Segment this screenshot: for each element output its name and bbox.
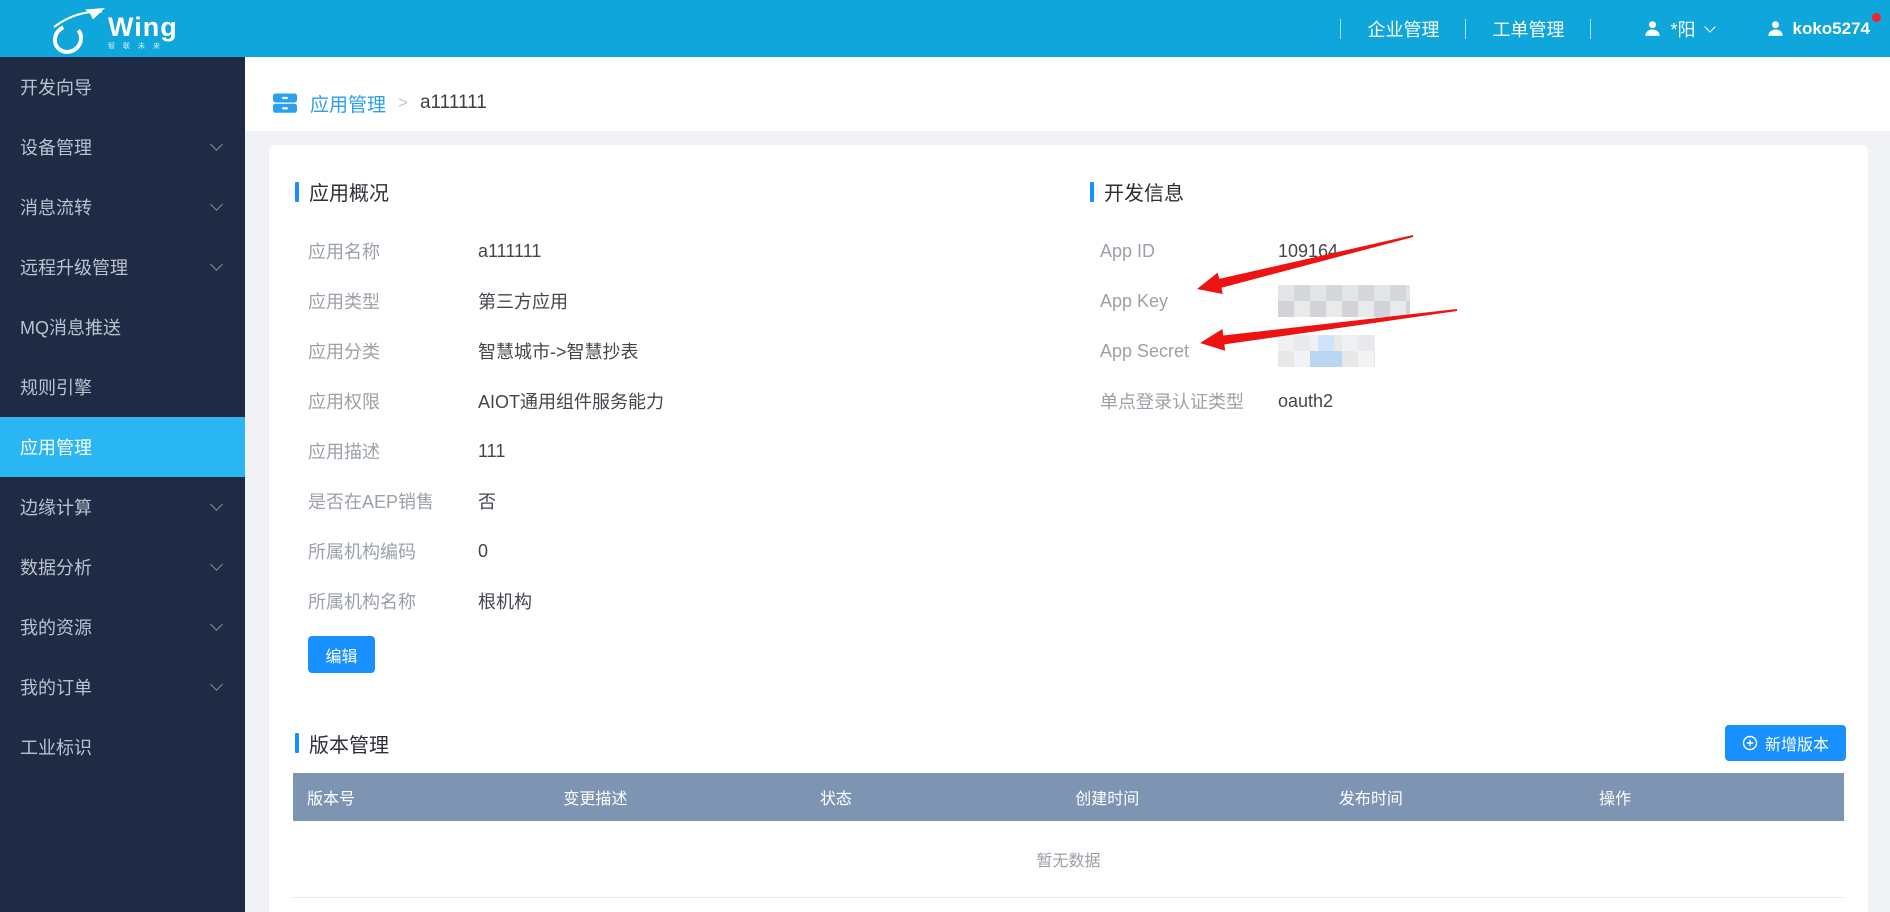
masked-user-dropdown[interactable]: *阳 [1643, 16, 1713, 42]
logo-text: Wing [108, 14, 178, 40]
version-table-header: 版本号 变更描述 状态 创建时间 发布时间 操作 [293, 773, 1844, 821]
field-row-app-type: 应用类型 第三方应用 [308, 276, 1035, 326]
table-empty-state: 暂无数据 [293, 821, 1844, 898]
app-overview-section: 应用概况 应用名称 a111111 应用类型 第三方应用 应用分类 智慧城市->… [295, 177, 1035, 673]
sidebar-item-my-orders[interactable]: 我的订单 [0, 657, 245, 717]
sidebar-item-mq-push[interactable]: MQ消息推送 [0, 297, 245, 357]
breadcrumb: 应用管理 > a111111 [245, 57, 1890, 131]
top-navbar: Wing 智联未来 企业管理 工单管理 *阳 koko5274 [0, 0, 1890, 57]
menu-workorder-management[interactable]: 工单管理 [1492, 16, 1564, 42]
sidebar-item-industrial-id[interactable]: 工业标识 [0, 717, 245, 777]
app-management-icon [272, 91, 298, 115]
field-row-app-secret: App Secret [1100, 326, 1810, 376]
breadcrumb-separator: > [398, 93, 408, 113]
version-management-section: 版本管理 新增版本 版本号 变更描述 状态 创建时间 发布时间 操作 暂无数据 [269, 721, 1868, 898]
sidebar-nav: 开发向导 设备管理 消息流转 远程升级管理 MQ消息推送 规则引擎 应用管理 边… [0, 57, 245, 912]
section-title-bar [295, 182, 299, 202]
app-secret-redacted-value [1278, 335, 1375, 367]
chevron-down-icon [210, 558, 223, 571]
versions-section-title: 版本管理 [309, 729, 389, 758]
field-row-aep-sale: 是否在AEP销售 否 [308, 476, 1035, 526]
notification-dot [1872, 13, 1881, 22]
app-key-redacted-value [1278, 285, 1410, 317]
divider [1465, 19, 1466, 39]
chevron-down-icon [210, 198, 223, 211]
sidebar-item-data-analysis[interactable]: 数据分析 [0, 537, 245, 597]
col-status: 状态 [727, 785, 944, 809]
sidebar-item-device-management[interactable]: 设备管理 [0, 117, 245, 177]
section-title-bar [1090, 182, 1094, 202]
chevron-down-icon [210, 678, 223, 691]
menu-enterprise-management[interactable]: 企业管理 [1367, 16, 1439, 42]
account-button[interactable]: koko5274 [1766, 19, 1871, 39]
divider [1340, 19, 1341, 39]
overview-section-title: 应用概况 [309, 177, 389, 206]
field-row-app-description: 应用描述 111 [308, 426, 1035, 476]
chevron-down-icon [210, 498, 223, 511]
logo-swoosh-plane-icon [52, 8, 106, 58]
plus-circle-icon [1742, 735, 1758, 751]
chevron-down-icon [210, 618, 223, 631]
col-publish-time: 发布时间 [1270, 785, 1472, 809]
sidebar-item-message-flow[interactable]: 消息流转 [0, 177, 245, 237]
add-version-label: 新增版本 [1765, 731, 1829, 755]
field-row-sso-auth-type: 单点登录认证类型 oauth2 [1100, 376, 1810, 426]
col-create-time: 创建时间 [944, 785, 1270, 809]
divider [1590, 19, 1591, 39]
app-detail-panel: 应用概况 应用名称 a111111 应用类型 第三方应用 应用分类 智慧城市->… [269, 145, 1868, 912]
breadcrumb-current-app: a111111 [420, 92, 487, 114]
field-row-app-permission: 应用权限 AIOT通用组件服务能力 [308, 376, 1035, 426]
field-row-app-key: App Key [1100, 276, 1810, 326]
field-row-app-id: App ID 109164 [1100, 226, 1810, 276]
col-change-description: 变更描述 [464, 785, 728, 809]
username-label: koko5274 [1793, 19, 1871, 39]
add-version-button[interactable]: 新增版本 [1725, 725, 1846, 761]
user-icon [1643, 19, 1662, 38]
sidebar-item-dev-wizard[interactable]: 开发向导 [0, 57, 245, 117]
field-row-org-code: 所属机构编码 0 [308, 526, 1035, 576]
field-row-app-category: 应用分类 智慧城市->智慧抄表 [308, 326, 1035, 376]
col-version-number: 版本号 [293, 785, 464, 809]
col-actions: 操作 [1472, 785, 1759, 809]
sidebar-item-my-resources[interactable]: 我的资源 [0, 597, 245, 657]
dev-info-section: 开发信息 App ID 109164 App Key App Secret 单点… [1090, 177, 1810, 426]
edit-button[interactable]: 编辑 [308, 636, 375, 673]
user-icon [1766, 19, 1785, 38]
sidebar-item-edge-computing[interactable]: 边缘计算 [0, 477, 245, 537]
field-row-org-name: 所属机构名称 根机构 [308, 576, 1035, 626]
chevron-down-icon [210, 258, 223, 271]
logo-subtext: 智联未来 [108, 41, 178, 51]
chevron-down-icon [210, 138, 223, 151]
sidebar-item-rule-engine[interactable]: 规则引擎 [0, 357, 245, 417]
sidebar-item-remote-upgrade[interactable]: 远程升级管理 [0, 237, 245, 297]
breadcrumb-app-management-link[interactable]: 应用管理 [310, 90, 386, 117]
field-row-app-name: 应用名称 a111111 [308, 226, 1035, 276]
version-table: 版本号 变更描述 状态 创建时间 发布时间 操作 暂无数据 [293, 773, 1844, 898]
masked-user-label: *阳 [1670, 16, 1695, 42]
devinfo-section-title: 开发信息 [1104, 177, 1184, 206]
ctwing-logo[interactable]: Wing 智联未来 [52, 3, 178, 55]
sidebar-item-app-management[interactable]: 应用管理 [0, 417, 245, 477]
chevron-down-icon [1704, 21, 1715, 32]
section-title-bar [295, 733, 299, 753]
